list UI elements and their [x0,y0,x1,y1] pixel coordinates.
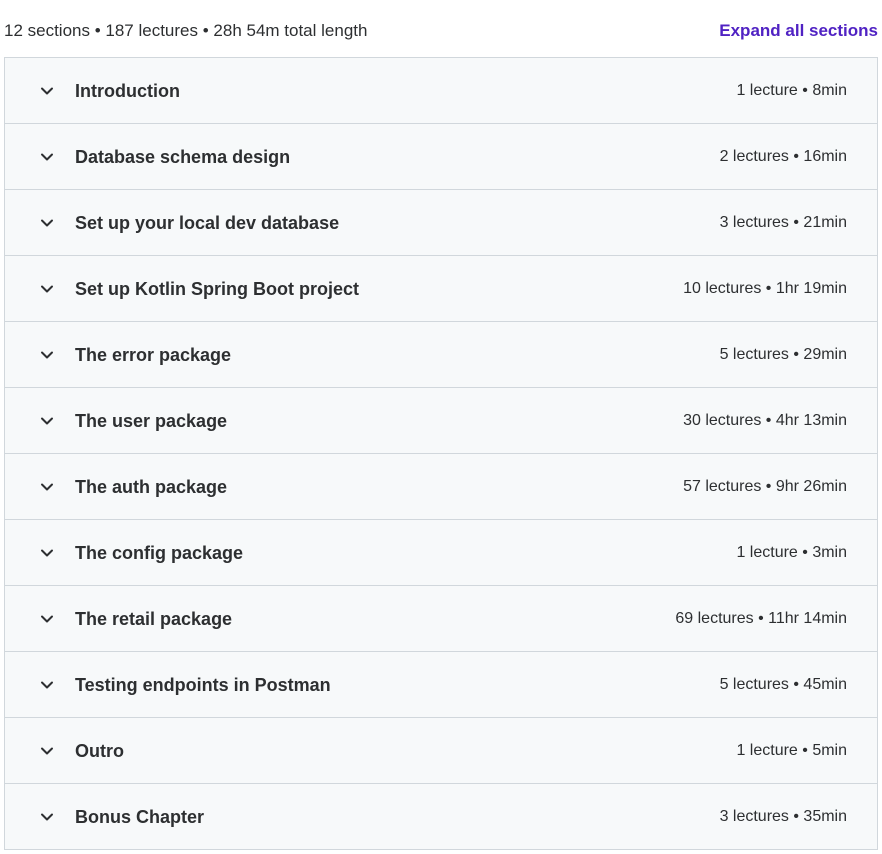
section-lecture-count: 1 lecture • 3min [736,544,847,561]
curriculum-summary-bar: 12 sections • 187 lectures • 28h 54m tot… [0,0,882,57]
section-title: Bonus Chapter [75,807,205,827]
section-row[interactable]: The error package 5 lectures • 29min [5,322,877,388]
section-row[interactable]: Testing endpoints in Postman 5 lectures … [5,652,877,718]
chevron-down-icon [39,545,55,561]
section-title: The user package [75,411,228,431]
section-row[interactable]: Database schema design 2 lectures • 16mi… [5,124,877,190]
course-curriculum: 12 sections • 187 lectures • 28h 54m tot… [0,0,882,854]
chevron-down-icon [39,413,55,429]
chevron-down-icon [39,479,55,495]
section-lecture-count: 69 lectures • 11hr 14min [675,610,847,627]
section-row[interactable]: Set up Kotlin Spring Boot project 10 lec… [5,256,877,322]
chevron-down-icon [39,809,55,825]
section-title: Database schema design [75,147,291,167]
section-lecture-count: 2 lectures • 16min [719,148,847,165]
section-row[interactable]: The auth package 57 lectures • 9hr 26min [5,454,877,520]
chevron-down-icon [39,743,55,759]
section-title: Testing endpoints in Postman [75,675,331,695]
section-lecture-count: 1 lecture • 5min [736,742,847,759]
chevron-down-icon [39,611,55,627]
section-row[interactable]: Introduction 1 lecture • 8min [5,58,877,124]
section-row[interactable]: Outro 1 lecture • 5min [5,718,877,784]
section-row[interactable]: The retail package 69 lectures • 11hr 14… [5,586,877,652]
section-list: Introduction 1 lecture • 8min Database s… [4,57,878,850]
section-title: Set up your local dev database [75,213,340,233]
section-title: The auth package [75,477,228,497]
section-lecture-count: 3 lectures • 35min [719,808,847,825]
chevron-down-icon [39,677,55,693]
section-lecture-count: 1 lecture • 8min [736,82,847,99]
chevron-down-icon [39,149,55,165]
section-title: Outro [75,741,124,761]
section-title: Set up Kotlin Spring Boot project [75,279,359,299]
expand-all-sections-button[interactable]: Expand all sections [719,20,878,42]
curriculum-summary: 12 sections • 187 lectures • 28h 54m tot… [4,21,368,40]
section-lecture-count: 30 lectures • 4hr 13min [683,412,847,429]
section-lecture-count: 3 lectures • 21min [719,214,847,231]
section-row[interactable]: The user package 30 lectures • 4hr 13min [5,388,877,454]
section-title: The retail package [75,609,233,629]
section-lecture-count: 10 lectures • 1hr 19min [683,280,847,297]
section-row[interactable]: Bonus Chapter 3 lectures • 35min [5,784,877,849]
section-lecture-count: 5 lectures • 45min [719,676,847,693]
section-lecture-count: 57 lectures • 9hr 26min [683,478,847,495]
section-title: The config package [75,543,244,563]
section-title: The error package [75,345,232,365]
section-title: Introduction [75,81,180,101]
chevron-down-icon [39,347,55,363]
chevron-down-icon [39,83,55,99]
section-row[interactable]: Set up your local dev database 3 lecture… [5,190,877,256]
section-row[interactable]: The config package 1 lecture • 3min [5,520,877,586]
chevron-down-icon [39,281,55,297]
chevron-down-icon [39,215,55,231]
section-lecture-count: 5 lectures • 29min [719,346,847,363]
